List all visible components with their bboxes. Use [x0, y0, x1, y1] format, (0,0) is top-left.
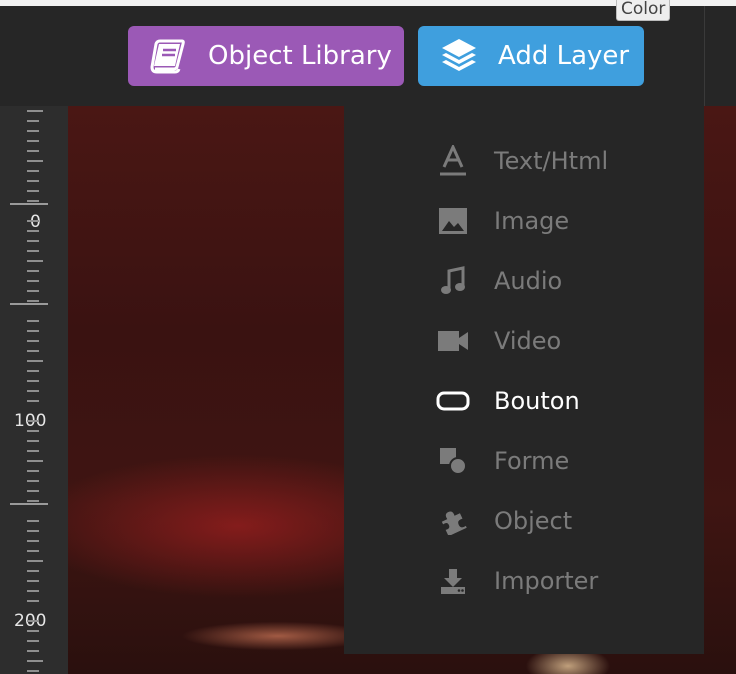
menu-item-audio[interactable]: Audio	[436, 261, 686, 301]
ruler-tick	[27, 170, 39, 172]
ruler-tick	[27, 300, 39, 302]
ruler-tick	[27, 270, 39, 272]
menu-item-label: Audio	[494, 267, 563, 295]
ruler-tick	[27, 660, 43, 662]
ruler-major-tick	[10, 303, 48, 305]
ruler-tick	[27, 550, 39, 552]
ruler-tick	[27, 130, 39, 132]
ruler-tick	[27, 560, 43, 562]
menu-item-forme[interactable]: Forme	[436, 441, 686, 481]
ruler-tick	[27, 490, 39, 492]
ruler-tick	[27, 320, 39, 322]
ruler-tick	[27, 470, 39, 472]
ruler-tick	[27, 140, 39, 142]
add-layer-button[interactable]: Add Layer	[418, 26, 644, 86]
object-library-button[interactable]: Object Library	[128, 26, 404, 86]
ruler-tick	[27, 110, 43, 112]
menu-item-image[interactable]: Image	[436, 201, 686, 241]
ruler-tick	[27, 190, 39, 192]
ruler-tick	[27, 440, 39, 442]
ruler-tick	[27, 180, 39, 182]
ruler-tick	[27, 420, 39, 422]
shape-icon	[436, 444, 470, 478]
image-icon	[436, 204, 470, 238]
ruler-tick	[27, 540, 39, 542]
ruler-tick	[27, 460, 43, 462]
ruler-major-tick	[10, 503, 48, 505]
ruler-tick	[27, 480, 39, 482]
book-icon	[147, 36, 191, 76]
ruler-tick	[27, 430, 39, 432]
layers-icon	[437, 36, 481, 76]
color-tooltip: Color	[616, 0, 671, 21]
add-layer-label: Add Layer	[498, 41, 630, 71]
ruler-tick	[27, 630, 39, 632]
ruler-tick	[27, 350, 39, 352]
vertical-ruler: 0 100 200	[0, 106, 68, 674]
ruler-label: 0	[30, 212, 41, 232]
menu-item-text-html[interactable]: Text/Html	[436, 141, 686, 181]
import-icon	[436, 564, 470, 598]
ruler-tick	[27, 600, 39, 602]
ruler-tick	[27, 160, 43, 162]
text-icon	[436, 144, 470, 178]
ruler-tick	[27, 400, 39, 402]
menu-item-label: Text/Html	[494, 147, 609, 175]
menu-item-label: Importer	[494, 567, 599, 595]
menu-item-label: Forme	[494, 447, 570, 475]
ruler-tick	[27, 450, 39, 452]
button-shape-icon	[436, 384, 470, 418]
ruler-tick	[27, 120, 39, 122]
ruler-major-tick	[10, 203, 48, 205]
ruler-tick	[27, 500, 39, 502]
ruler-tick	[27, 640, 39, 642]
ruler-tick	[27, 330, 39, 332]
ruler-tick	[27, 580, 39, 582]
ruler-tick	[27, 530, 39, 532]
ruler-tick	[27, 670, 39, 672]
ruler-tick	[27, 240, 39, 242]
ruler-tick	[27, 370, 39, 372]
menu-item-bouton[interactable]: Bouton	[436, 381, 686, 421]
video-camera-icon	[436, 324, 470, 358]
ruler-tick	[27, 340, 39, 342]
ruler-tick	[27, 590, 39, 592]
ruler-tick	[27, 650, 39, 652]
menu-item-object[interactable]: Object	[436, 501, 686, 541]
object-library-label: Object Library	[208, 41, 392, 71]
menu-item-label: Video	[494, 327, 562, 355]
ruler-tick	[27, 280, 39, 282]
ruler-tick	[27, 220, 39, 222]
ruler-tick	[27, 380, 39, 382]
add-layer-menu: Text/Html Image Audio Video Bouton Forme…	[344, 106, 704, 654]
puzzle-icon	[436, 504, 470, 538]
ruler-tick	[27, 260, 43, 262]
menu-item-importer[interactable]: Importer	[436, 561, 686, 601]
menu-item-label: Object	[494, 507, 573, 535]
ruler-tick	[27, 620, 39, 622]
ruler-tick	[27, 200, 39, 202]
ruler-tick	[27, 390, 39, 392]
ruler-tick	[27, 360, 43, 362]
toolbar-separator	[704, 6, 705, 106]
ruler-tick	[27, 150, 39, 152]
ruler-tick	[27, 520, 39, 522]
menu-item-video[interactable]: Video	[436, 321, 686, 361]
ruler-tick	[27, 570, 39, 572]
menu-item-label: Image	[494, 207, 570, 235]
ruler-tick	[27, 230, 39, 232]
ruler-tick	[27, 250, 39, 252]
menu-item-label: Bouton	[494, 387, 580, 415]
music-note-icon	[436, 264, 470, 298]
ruler-tick	[27, 290, 39, 292]
